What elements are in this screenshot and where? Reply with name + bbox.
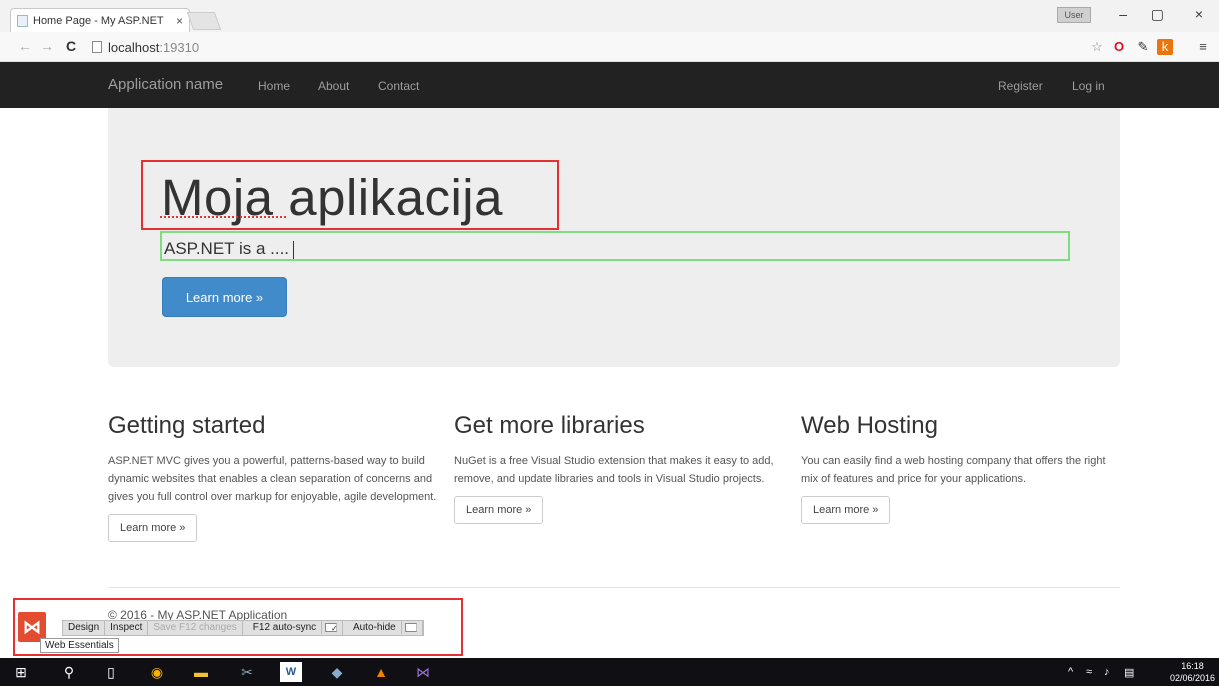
lead-text: ASP.NET is a .... xyxy=(164,239,290,258)
taskbar-clock[interactable]: 16:18 02/06/2016 xyxy=(1170,660,1215,684)
file-explorer-icon[interactable]: ▬ xyxy=(190,662,212,682)
word-icon[interactable]: W xyxy=(280,662,302,682)
browser-tabstrip: Home Page - My ASP.NET × User – ▢ × xyxy=(0,0,1219,32)
windows-taskbar: ⊞ ⚲ ▯ ◉ ▬ ✂ W ◆ ▲ ⋈ ^ ≈ ♪ ▤ 16:18 02/06/… xyxy=(0,658,1219,686)
site-navbar: Application name Home About Contact Regi… xyxy=(0,62,1219,108)
tool-extension-icon[interactable]: ✎ xyxy=(1135,39,1151,55)
search-icon[interactable]: ⚲ xyxy=(58,662,80,682)
snipping-tool-icon[interactable]: ✂ xyxy=(236,662,258,682)
column-getting-started: Getting started ASP.NET MVC gives you a … xyxy=(108,412,438,542)
tray-chevron-icon[interactable]: ^ xyxy=(1068,666,1073,678)
text-caret xyxy=(293,240,295,259)
restore-button[interactable]: ▢ xyxy=(1151,6,1164,23)
page-favicon-icon xyxy=(17,14,28,27)
column-text: ASP.NET MVC gives you a powerful, patter… xyxy=(108,455,437,503)
learn-more-button[interactable]: Learn more » xyxy=(108,514,198,542)
nav-login[interactable]: Log in xyxy=(1072,79,1105,93)
k-extension-icon[interactable]: k xyxy=(1157,39,1173,55)
menu-icon[interactable]: ≡ xyxy=(1195,39,1211,55)
nav-home[interactable]: Home xyxy=(258,79,290,93)
annotation-red-box-toolbar xyxy=(13,598,463,656)
column-web-hosting: Web Hosting You can easily find a web ho… xyxy=(801,412,1121,524)
learn-more-primary-button[interactable]: Learn more » xyxy=(162,277,287,317)
reload-button[interactable]: C xyxy=(66,38,76,54)
close-window-button[interactable]: × xyxy=(1195,6,1203,22)
chrome-icon[interactable]: ◉ xyxy=(146,662,168,682)
bookmark-star-icon[interactable]: ☆ xyxy=(1089,39,1105,55)
task-view-icon[interactable]: ▯ xyxy=(100,662,122,682)
footer-divider xyxy=(108,587,1120,588)
nav-register[interactable]: Register xyxy=(998,79,1043,93)
tab-title: Home Page - My ASP.NET xyxy=(33,14,164,27)
lead-text-field[interactable]: ASP.NET is a .... xyxy=(160,231,1070,261)
app-icon[interactable]: ◆ xyxy=(326,662,348,682)
vlc-icon[interactable]: ▲ xyxy=(370,662,392,682)
url-input[interactable]: localhost:19310 xyxy=(92,37,1072,57)
column-text: You can easily find a web hosting compan… xyxy=(801,455,1106,485)
column-text: NuGet is a free Visual Studio extension … xyxy=(454,455,774,485)
new-tab-button[interactable] xyxy=(186,12,222,30)
back-button[interactable]: ← xyxy=(18,38,32,54)
url-port: :19310 xyxy=(159,39,200,55)
notification-icon[interactable]: ▤ xyxy=(1124,666,1134,679)
column-heading: Getting started xyxy=(108,412,266,439)
annotation-red-box-title xyxy=(141,160,559,230)
nav-about[interactable]: About xyxy=(318,79,349,93)
browser-tab[interactable]: Home Page - My ASP.NET × xyxy=(10,8,190,32)
clock-time: 16:18 xyxy=(1181,661,1204,671)
tab-close-icon[interactable]: × xyxy=(176,14,183,28)
opera-extension-icon[interactable]: O xyxy=(1111,39,1127,55)
column-heading: Web Hosting xyxy=(801,412,938,439)
network-icon[interactable]: ≈ xyxy=(1086,666,1092,678)
start-windows-icon[interactable]: ⊞ xyxy=(10,662,32,682)
url-host: localhost xyxy=(108,39,160,55)
column-heading: Get more libraries xyxy=(454,412,645,439)
clock-date: 02/06/2016 xyxy=(1169,673,1215,683)
forward-button[interactable]: → xyxy=(40,38,54,54)
learn-more-button[interactable]: Learn more » xyxy=(801,496,891,524)
learn-more-button[interactable]: Learn more » xyxy=(454,496,544,524)
column-get-more-libraries: Get more libraries NuGet is a free Visua… xyxy=(454,412,774,524)
minimize-button[interactable]: – xyxy=(1119,6,1127,22)
nav-contact[interactable]: Contact xyxy=(378,79,419,93)
volume-icon[interactable]: ♪ xyxy=(1104,666,1110,678)
page-icon xyxy=(92,41,102,53)
visual-studio-icon[interactable]: ⋈ xyxy=(412,662,434,682)
address-bar-row: ← → C localhost:19310 ☆ O ✎ k ≡ xyxy=(0,32,1219,62)
navbar-brand[interactable]: Application name xyxy=(108,76,223,93)
window-user-badge[interactable]: User xyxy=(1057,7,1091,23)
